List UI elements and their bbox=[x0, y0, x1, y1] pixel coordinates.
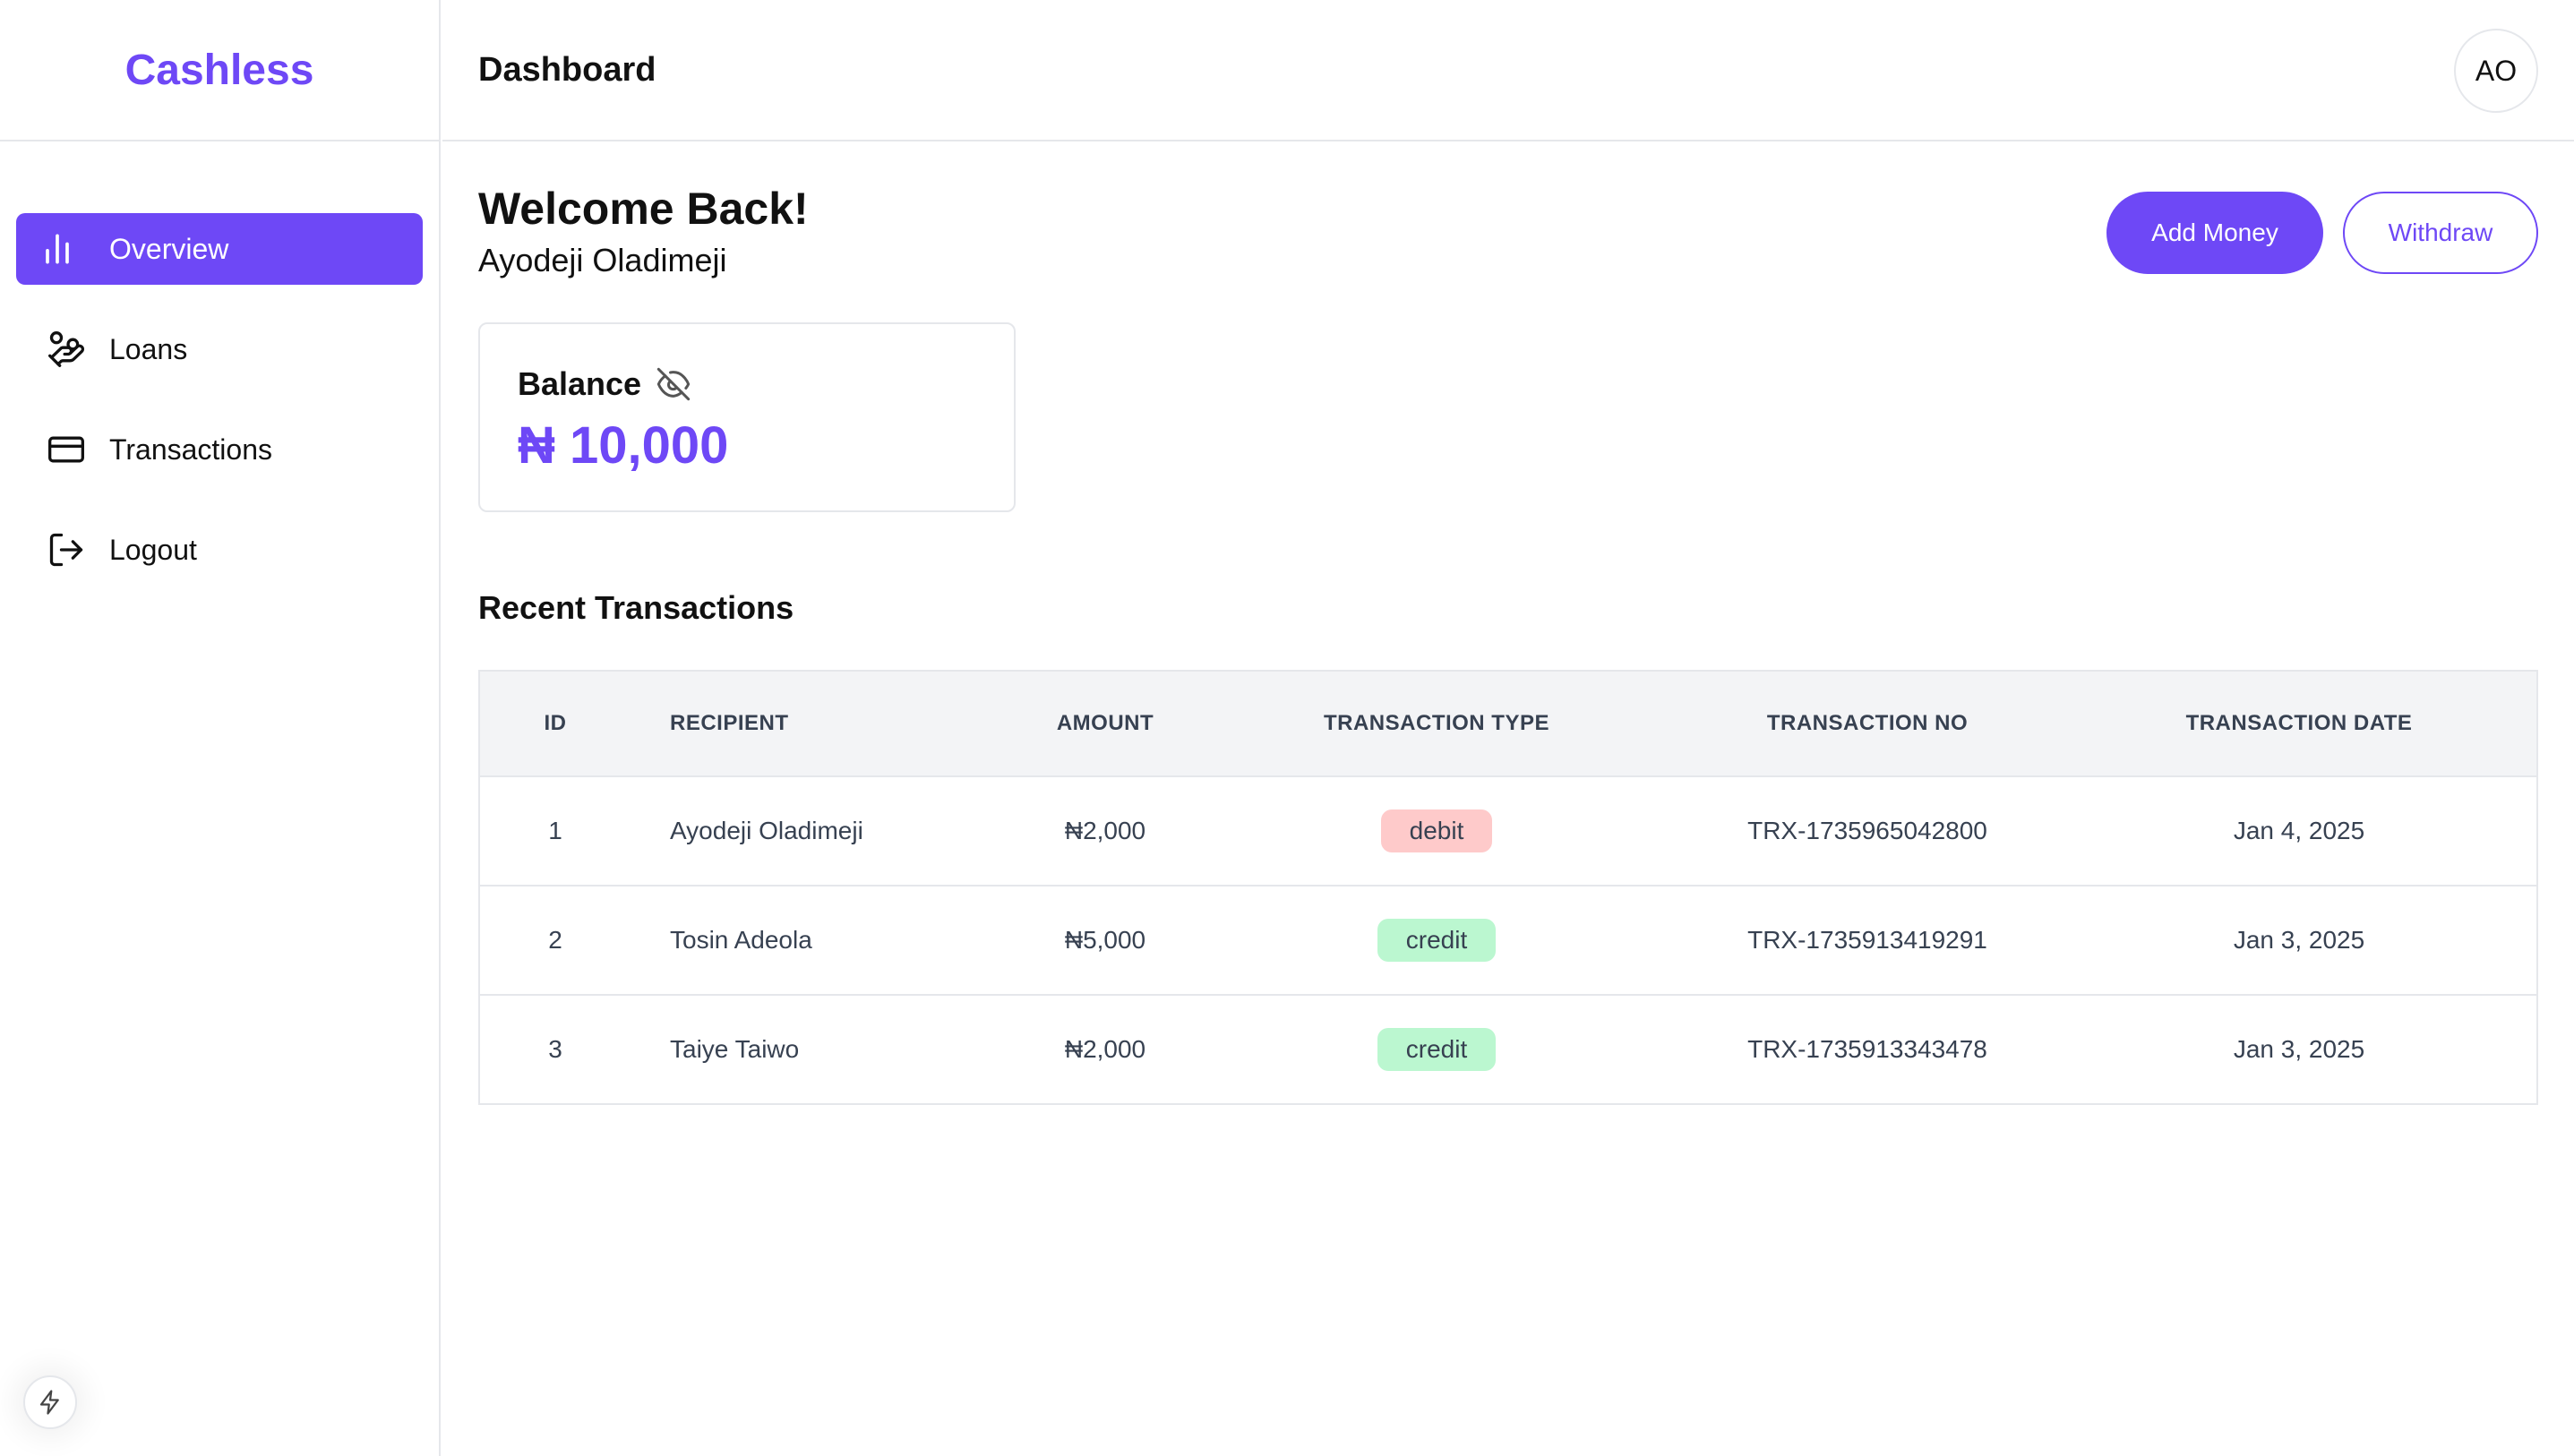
cell-number: TRX-1735965042800 bbox=[1747, 817, 1987, 844]
table-header: ID RECIPIENT AMOUNT TRANSACTION TYPE TRA… bbox=[480, 672, 2536, 775]
cell-id: 3 bbox=[548, 1035, 562, 1063]
status-badge: credit bbox=[1377, 1028, 1497, 1071]
table-row[interactable]: 2 Tosin Adeola ₦5,000 credit TRX-1735913… bbox=[480, 885, 2536, 994]
column-header-amount: AMOUNT bbox=[1056, 711, 1154, 735]
withdraw-button[interactable]: Withdraw bbox=[2343, 192, 2538, 274]
top-header: Dashboard AO bbox=[442, 0, 2574, 141]
bar-chart-icon bbox=[36, 227, 79, 270]
cell-date: Jan 4, 2025 bbox=[2233, 817, 2365, 844]
sidebar-item-label: Logout bbox=[109, 533, 197, 566]
cell-type: credit bbox=[1204, 919, 1669, 962]
sidebar-item-loans[interactable]: Loans bbox=[16, 313, 423, 385]
balance-card: Balance ₦ 10,000 bbox=[478, 322, 1016, 512]
table-row[interactable]: 3 Taiye Taiwo ₦2,000 credit TRX-17359133… bbox=[480, 994, 2536, 1103]
cell-recipient: Tosin Adeola bbox=[670, 926, 812, 954]
cell-id: 1 bbox=[548, 817, 562, 844]
status-badge: debit bbox=[1380, 809, 1493, 852]
sidebar: Cashless Overview Loans Transactions Log… bbox=[0, 0, 441, 1456]
cell-amount: ₦2,000 bbox=[1064, 817, 1146, 844]
user-name: Ayodeji Oladimeji bbox=[478, 242, 727, 278]
cell-type: debit bbox=[1204, 809, 1669, 852]
brand: Cashless bbox=[0, 0, 439, 141]
sidebar-item-label: Transactions bbox=[109, 433, 272, 466]
balance-label: Balance bbox=[518, 365, 642, 402]
cell-recipient: Taiye Taiwo bbox=[670, 1035, 800, 1063]
cell-date: Jan 3, 2025 bbox=[2233, 926, 2365, 954]
eye-off-icon[interactable] bbox=[656, 366, 691, 402]
brand-logo-text[interactable]: Cashless bbox=[125, 46, 314, 95]
add-money-button[interactable]: Add Money bbox=[2106, 192, 2323, 274]
transactions-table: ID RECIPIENT AMOUNT TRANSACTION TYPE TRA… bbox=[478, 670, 2538, 1105]
column-header-id: ID bbox=[544, 711, 567, 735]
cell-date: Jan 3, 2025 bbox=[2233, 1035, 2365, 1063]
column-header-date: TRANSACTION DATE bbox=[2185, 711, 2413, 735]
logout-icon bbox=[45, 528, 88, 571]
cell-type: credit bbox=[1204, 1028, 1669, 1071]
column-header-number: TRANSACTION NO bbox=[1766, 711, 1969, 735]
avatar[interactable]: AO bbox=[2454, 29, 2538, 113]
table-row[interactable]: 1 Ayodeji Oladimeji ₦2,000 debit TRX-173… bbox=[480, 775, 2536, 885]
page-title: Dashboard bbox=[478, 50, 656, 89]
column-header-type: TRANSACTION TYPE bbox=[1323, 711, 1549, 735]
balance-amount: ₦ 10,000 bbox=[518, 416, 729, 475]
sidebar-item-label: Overview bbox=[109, 232, 229, 265]
lightning-icon[interactable] bbox=[23, 1375, 77, 1429]
cell-id: 2 bbox=[548, 926, 562, 954]
credit-card-icon bbox=[45, 428, 88, 471]
cell-number: TRX-1735913343478 bbox=[1747, 1035, 1987, 1063]
welcome-heading: Welcome Back! bbox=[478, 184, 809, 234]
sidebar-item-overview[interactable]: Overview bbox=[16, 213, 423, 285]
cell-amount: ₦5,000 bbox=[1064, 926, 1146, 954]
cell-number: TRX-1735913419291 bbox=[1747, 926, 1987, 954]
cell-recipient: Ayodeji Oladimeji bbox=[670, 817, 863, 844]
hand-coins-icon bbox=[45, 328, 88, 371]
recent-transactions-title: Recent Transactions bbox=[478, 589, 794, 626]
column-header-recipient: RECIPIENT bbox=[670, 711, 789, 735]
sidebar-item-label: Loans bbox=[109, 332, 188, 365]
sidebar-item-logout[interactable]: Logout bbox=[16, 514, 423, 586]
balance-label-row: Balance bbox=[518, 365, 1014, 403]
cell-amount: ₦2,000 bbox=[1064, 1035, 1146, 1063]
sidebar-item-transactions[interactable]: Transactions bbox=[16, 414, 423, 485]
status-badge: credit bbox=[1377, 919, 1497, 962]
sidebar-nav: Overview Loans Transactions Logout bbox=[0, 141, 439, 586]
